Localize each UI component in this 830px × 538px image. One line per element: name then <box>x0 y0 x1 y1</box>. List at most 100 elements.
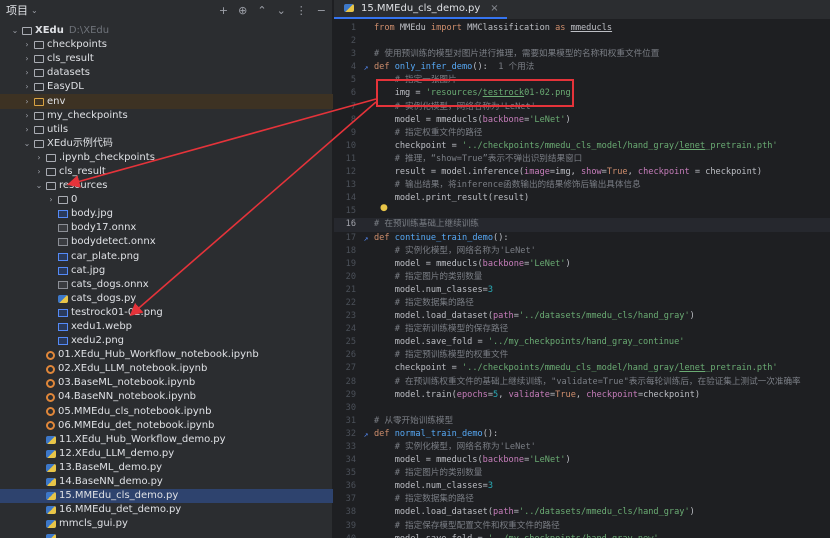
code-line[interactable]: 8 model = mmeducls(backbone='LeNet') <box>334 114 830 127</box>
code-line[interactable]: 15 <box>334 205 830 218</box>
tree-item[interactable]: 01.XEdu_Hub_Workflow_notebook.ipynb <box>0 348 333 362</box>
code-line[interactable]: 33 # 实例化模型，网络名称为'LeNet' <box>334 441 830 454</box>
add-icon[interactable]: + <box>219 4 228 17</box>
tree-item[interactable]: 05.MMEdu_cls_notebook.ipynb <box>0 405 333 419</box>
code-line[interactable]: 32 ↗ def normal_train_demo(): <box>334 428 830 441</box>
tree-item[interactable]: › datasets <box>0 66 333 80</box>
chevron-right-icon[interactable]: › <box>22 123 32 137</box>
code-line[interactable]: 11 # 推理，“show=True”表示不弹出识别结果窗口 <box>334 153 830 166</box>
code-line[interactable]: 36 model.num_classes=3 <box>334 480 830 493</box>
tree-item[interactable] <box>0 531 333 538</box>
chevron-down-icon[interactable]: ⌄ <box>34 179 44 193</box>
implementation-marker-icon[interactable]: ↗ <box>358 61 374 74</box>
code-line[interactable]: 20 # 指定图片的类别数量 <box>334 271 830 284</box>
tree-item[interactable]: › 0 <box>0 193 333 207</box>
code-line[interactable]: 2 <box>334 35 830 48</box>
code-line[interactable]: 13 # 输出结果，将inference函数输出的结果修饰后输出具体信息 <box>334 179 830 192</box>
code-line[interactable]: 23 model.load_dataset(path='../datasets/… <box>334 310 830 323</box>
tree-item[interactable]: body17.onnx <box>0 221 333 235</box>
tree-item[interactable]: ⌄ XEdu示例代码 <box>0 137 333 151</box>
tree-item[interactable]: 06.MMEdu_det_notebook.ipynb <box>0 419 333 433</box>
chevron-down-icon[interactable]: ⌄ <box>22 137 32 151</box>
tree-item[interactable]: xedu1.webp <box>0 320 333 334</box>
tree-item[interactable]: body.jpg <box>0 207 333 221</box>
tree-item[interactable]: › .ipynb_checkpoints <box>0 151 333 165</box>
code-line[interactable]: 28 # 在预训练权重文件的基础上继续训练，"validate=True"表示每… <box>334 376 830 389</box>
tree-item[interactable]: cats_dogs.onnx <box>0 278 333 292</box>
tree-item[interactable]: › cls_result <box>0 52 333 66</box>
tree-item[interactable]: 12.XEdu_LLM_demo.py <box>0 447 333 461</box>
chevron-right-icon[interactable]: › <box>22 109 32 123</box>
code-line[interactable]: 10 checkpoint = '../checkpoints/mmedu_cl… <box>334 140 830 153</box>
code-line[interactable]: 14 model.print_result(result) <box>334 192 830 205</box>
tree-item[interactable]: mmcls_gui.py <box>0 517 333 531</box>
tree-item[interactable]: › my_checkpoints <box>0 109 333 123</box>
chevron-right-icon[interactable]: › <box>22 38 32 52</box>
code-line[interactable]: 4 ↗ def only_infer_demo(): 1 个用法 <box>334 61 830 74</box>
code-line[interactable]: 16 # 在预训练基础上继续训练 <box>334 218 830 232</box>
locate-file-icon[interactable]: ⊕ <box>238 4 247 17</box>
code-line[interactable]: 19 model = mmeducls(backbone='LeNet') <box>334 258 830 271</box>
code-line[interactable]: 1 from MMEdu import MMClassification as m… <box>334 22 830 35</box>
chevron-right-icon[interactable]: › <box>22 66 32 80</box>
tree-item[interactable]: › checkpoints <box>0 38 333 52</box>
code-line[interactable]: 29 model.train(epochs=5, validate=True, … <box>334 389 830 402</box>
code-line[interactable]: 40 model.save_fold = '../my_checkpoints/… <box>334 533 830 538</box>
implementation-marker-icon[interactable]: ↗ <box>358 232 374 245</box>
hide-panel-icon[interactable]: − <box>317 4 326 17</box>
code-line[interactable]: 21 model.num_classes=3 <box>334 284 830 297</box>
tree-item[interactable]: 16.MMEdu_det_demo.py <box>0 503 333 517</box>
chevron-right-icon[interactable]: › <box>34 165 44 179</box>
code-line[interactable]: 17 ↗ def continue_train_demo(): <box>334 232 830 245</box>
tree-item[interactable]: 14.BaseNN_demo.py <box>0 475 333 489</box>
code-line[interactable]: 30 <box>334 402 830 415</box>
expand-all-icon[interactable]: ⌃ <box>257 4 266 17</box>
chevron-down-icon[interactable]: ⌄ <box>10 24 20 38</box>
project-view-selector[interactable]: 项目 ⌄ <box>6 2 219 18</box>
code-line[interactable]: 22 # 指定数据集的路径 <box>334 297 830 310</box>
code-line[interactable]: 26 # 指定预训练模型的权重文件 <box>334 349 830 362</box>
code-line[interactable]: 9 # 指定权重文件的路径 <box>334 127 830 140</box>
tree-item[interactable]: 04.BaseNN_notebook.ipynb <box>0 390 333 404</box>
tree-item[interactable]: xedu2.png <box>0 334 333 348</box>
usage-hint[interactable]: 1 个用法 <box>498 62 534 72</box>
tree-item[interactable]: 03.BaseML_notebook.ipynb <box>0 376 333 390</box>
chevron-right-icon[interactable]: › <box>22 52 32 66</box>
tree-item[interactable]: ⌄ resources <box>0 179 333 193</box>
lightbulb-icon[interactable]: ● <box>380 203 388 213</box>
editor-tab[interactable]: 15.MMEdu_cls_demo.py × <box>334 0 507 19</box>
tree-item[interactable]: 15.MMEdu_cls_demo.py <box>0 489 333 504</box>
chevron-right-icon[interactable]: › <box>46 193 56 207</box>
tree-item[interactable]: › cls_result <box>0 165 333 179</box>
implementation-marker-icon[interactable]: ↗ <box>358 428 374 441</box>
close-tab-icon[interactable]: × <box>490 3 498 14</box>
tree-item[interactable]: testrock01-02.png <box>0 306 333 320</box>
tree-item[interactable]: bodydetect.onnx <box>0 235 333 249</box>
chevron-right-icon[interactable]: › <box>34 151 44 165</box>
code-line[interactable]: 3 # 使用预训练的模型对图片进行推理，需要如果模型的名称和权重文件位置 <box>334 48 830 61</box>
code-line[interactable]: 35 # 指定图片的类别数量 <box>334 467 830 480</box>
code-line[interactable]: 27 checkpoint = '../checkpoints/mmedu_cl… <box>334 362 830 375</box>
code-line[interactable]: 24 # 指定新训练模型的保存路径 <box>334 323 830 336</box>
code-line[interactable]: 18 # 实例化模型，网络名称为'LeNet' <box>334 245 830 258</box>
tree-item[interactable]: › utils <box>0 123 333 137</box>
tree-item[interactable]: 02.XEdu_LLM_notebook.ipynb <box>0 362 333 376</box>
collapse-all-icon[interactable]: ⌄ <box>277 4 286 17</box>
tree-item[interactable]: › EasyDL <box>0 80 333 94</box>
tree-item[interactable]: › env <box>0 94 333 109</box>
tree-item[interactable]: ⌄ XEdu D:\XEdu <box>0 24 333 38</box>
tree-item[interactable]: cats_dogs.py <box>0 292 333 306</box>
code-line[interactable]: 25 model.save_fold = '../my_checkpoints/… <box>334 336 830 349</box>
more-options-icon[interactable]: ⋮ <box>296 4 307 17</box>
code-line[interactable]: 37 # 指定数据集的路径 <box>334 493 830 506</box>
tree-item[interactable]: cat.jpg <box>0 264 333 278</box>
code-line[interactable]: 34 model = mmeducls(backbone='LeNet') <box>334 454 830 467</box>
code-line[interactable]: 38 model.load_dataset(path='../datasets/… <box>334 506 830 519</box>
tree-item[interactable]: 13.BaseML_demo.py <box>0 461 333 475</box>
chevron-right-icon[interactable]: › <box>22 95 32 109</box>
chevron-right-icon[interactable]: › <box>22 80 32 94</box>
tree-item[interactable]: car_plate.png <box>0 250 333 264</box>
code-line[interactable]: 39 # 指定保存模型配置文件和权重文件的路径 <box>334 520 830 533</box>
code-line[interactable]: 12 result = model.inference(image=img, s… <box>334 166 830 179</box>
code-line[interactable]: 31 # 从零开始训练模型 <box>334 415 830 428</box>
